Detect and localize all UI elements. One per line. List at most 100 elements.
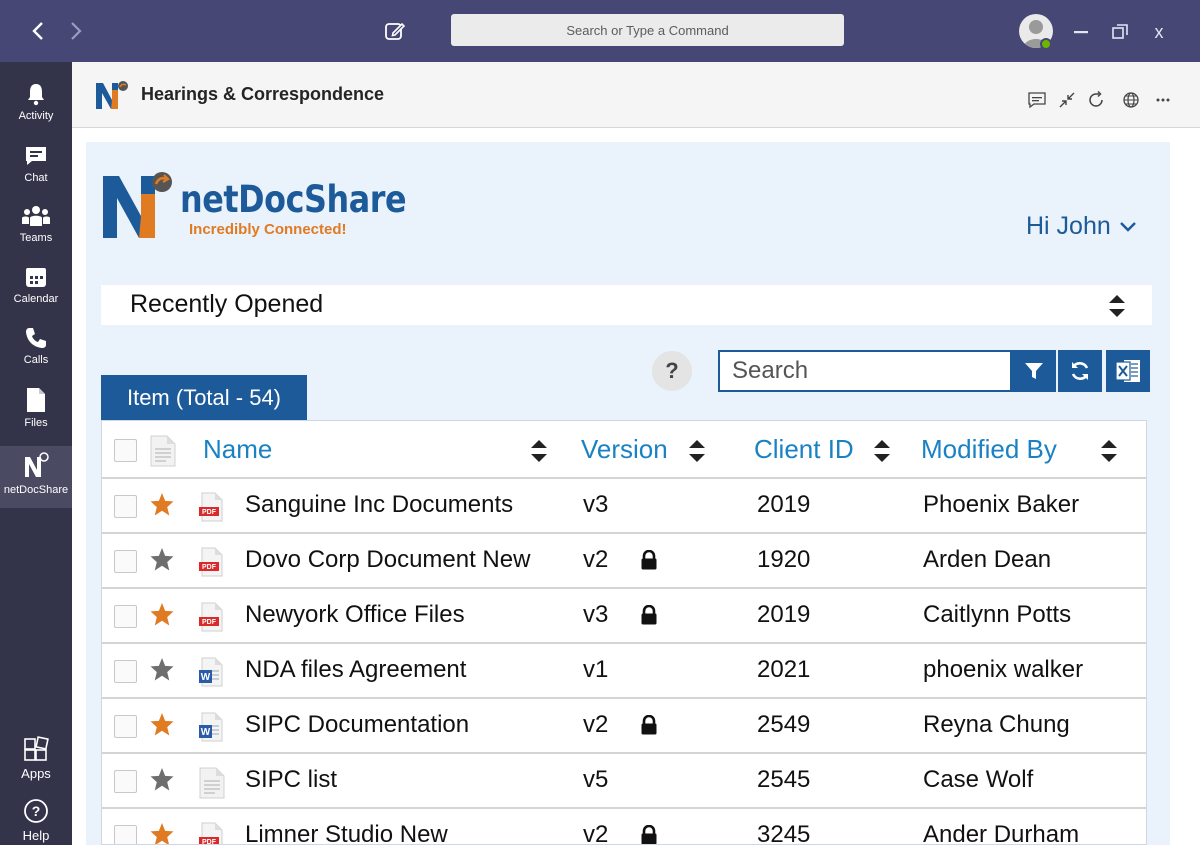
popout-button[interactable] [1057,90,1077,110]
row-checkbox[interactable] [114,825,137,844]
pdf-file-icon: PDF [199,602,223,632]
documents-table: Name Version Client ID Modified By PDF Sa… [101,420,1147,845]
document-version: v2 [583,711,609,738]
help-icon: ? [24,799,48,823]
select-all-checkbox[interactable] [114,439,137,462]
view-selector-value: Recently Opened [130,290,324,318]
view-selector[interactable]: Recently Opened [101,285,1152,325]
back-button[interactable] [25,18,51,44]
row-checkbox[interactable] [114,605,137,628]
rail-item-files[interactable]: Files [0,381,72,441]
document-version: v2 [583,821,609,845]
row-checkbox[interactable] [114,770,137,793]
table-row[interactable]: PDF Sanguine Inc Documents v3 2019 Phoenix B… [102,479,1146,534]
row-checkbox[interactable] [114,715,137,738]
favorite-star-icon[interactable] [149,602,175,627]
document-name[interactable]: Sanguine Inc Documents [245,491,513,519]
command-search-box[interactable]: Search or Type a Command [451,14,844,46]
rail-item-apps[interactable]: Apps [0,730,72,790]
sort-updown-icon[interactable] [1100,438,1118,464]
maximize-icon [1112,24,1128,39]
sort-updown-icon[interactable] [688,438,706,464]
column-header-version[interactable]: Version [581,434,668,465]
column-header-client-id[interactable]: Client ID [754,434,854,465]
export-excel-button[interactable] [1106,350,1150,392]
table-row[interactable]: PDF Limner Studio New v2 3245 Ander Durham [102,809,1146,845]
reload-button[interactable] [1086,90,1106,110]
collapse-arrows-icon [1059,92,1075,108]
page-title: Hearings & Correspondence [141,84,385,104]
document-modified-by: Reyna Chung [923,711,1070,738]
rail-item-chat[interactable]: Chat [0,138,72,198]
forward-button[interactable] [63,18,89,44]
maximize-button[interactable] [1106,18,1134,46]
lock-icon [641,549,657,570]
rail-item-teams[interactable]: Teams [0,198,72,258]
help-label: ? [665,358,679,383]
minimize-button[interactable] [1067,18,1095,46]
more-options-button[interactable] [1153,90,1173,110]
rail-item-label: netDocShare [3,484,69,496]
favorite-star-icon[interactable] [149,657,175,682]
document-name[interactable]: Dovo Corp Document New [245,546,530,574]
svg-text:PDF: PDF [202,839,217,845]
document-name[interactable]: Newyork Office Files [245,601,465,629]
user-menu-button[interactable]: Hi John [1026,212,1137,241]
netdocshare-panel: netDocShare Incredibly Connected! Hi Joh… [86,142,1170,845]
document-modified-by: Ander Durham [923,821,1080,845]
document-modified-by: Phoenix Baker [923,491,1080,518]
row-checkbox[interactable] [114,660,137,683]
document-name[interactable]: NDA files Agreement [245,656,466,684]
document-type-icon [150,435,176,467]
table-row[interactable]: SIPC list v5 2545 Case Wolf [102,754,1146,809]
document-name[interactable]: Limner Studio New [245,821,448,844]
word-file-icon: W [199,657,223,687]
conversation-button[interactable] [1027,90,1047,110]
column-header-name[interactable]: Name [203,434,272,465]
new-chat-button[interactable] [383,19,407,43]
app-header: Hearings & Correspondence [72,62,1200,128]
document-name[interactable]: SIPC list [245,766,337,794]
filter-button[interactable] [1012,350,1056,392]
close-icon: x [1154,21,1164,42]
brand-tagline: Incredibly Connected! [189,221,347,238]
file-type-icon: PDF [199,492,225,527]
table-row[interactable]: W SIPC Documentation v2 2549 Reyna Chung [102,699,1146,754]
close-button[interactable]: x [1145,18,1173,46]
sort-updown-icon[interactable] [873,438,891,464]
table-header: Name Version Client ID Modified By [102,421,1146,479]
document-name[interactable]: SIPC Documentation [245,711,469,739]
rail-item-help[interactable]: ? Help [0,792,72,845]
document-client-id: 2019 [757,601,811,628]
rail-item-calendar[interactable]: Calendar [0,259,72,319]
rail-item-calls[interactable]: Calls [0,320,72,380]
column-header-modified-by[interactable]: Modified By [921,434,1057,465]
rail-item-activity[interactable]: Activity [0,76,72,136]
document-client-id: 3245 [757,821,811,845]
rail-item-netdocshare[interactable]: netDocShare [0,446,72,508]
greeting-text: Hi John [1026,212,1111,240]
help-button[interactable]: ? [652,351,692,391]
column-label: Modified By [921,434,1057,464]
search-input[interactable] [720,352,1010,390]
sort-updown-icon[interactable] [530,438,548,464]
refresh-button[interactable] [1058,350,1102,392]
favorite-star-icon[interactable] [149,767,175,792]
brand-name: netDocShare [180,178,407,221]
table-row[interactable]: PDF Newyork Office Files v3 2019 Caitlynn Po… [102,589,1146,644]
document-modified-by: Caitlynn Potts [923,601,1072,628]
row-checkbox[interactable] [114,495,137,518]
netdocshare-brand-logo [103,172,172,238]
table-row[interactable]: W NDA files Agreement v1 2021 phoenix walker [102,644,1146,699]
rail-item-label: Teams [19,232,53,244]
favorite-star-icon[interactable] [149,712,175,737]
favorite-star-icon[interactable] [149,492,175,517]
favorite-star-icon[interactable] [149,822,175,845]
svg-text:PDF: PDF [202,564,217,571]
open-in-browser-button[interactable] [1121,90,1141,110]
favorite-star-icon[interactable] [149,547,175,572]
row-checkbox[interactable] [114,550,137,573]
chevron-down-icon [1119,221,1136,232]
file-type-icon: W [199,712,225,747]
table-row[interactable]: PDF Dovo Corp Document New v2 1920 Arden Dea… [102,534,1146,589]
